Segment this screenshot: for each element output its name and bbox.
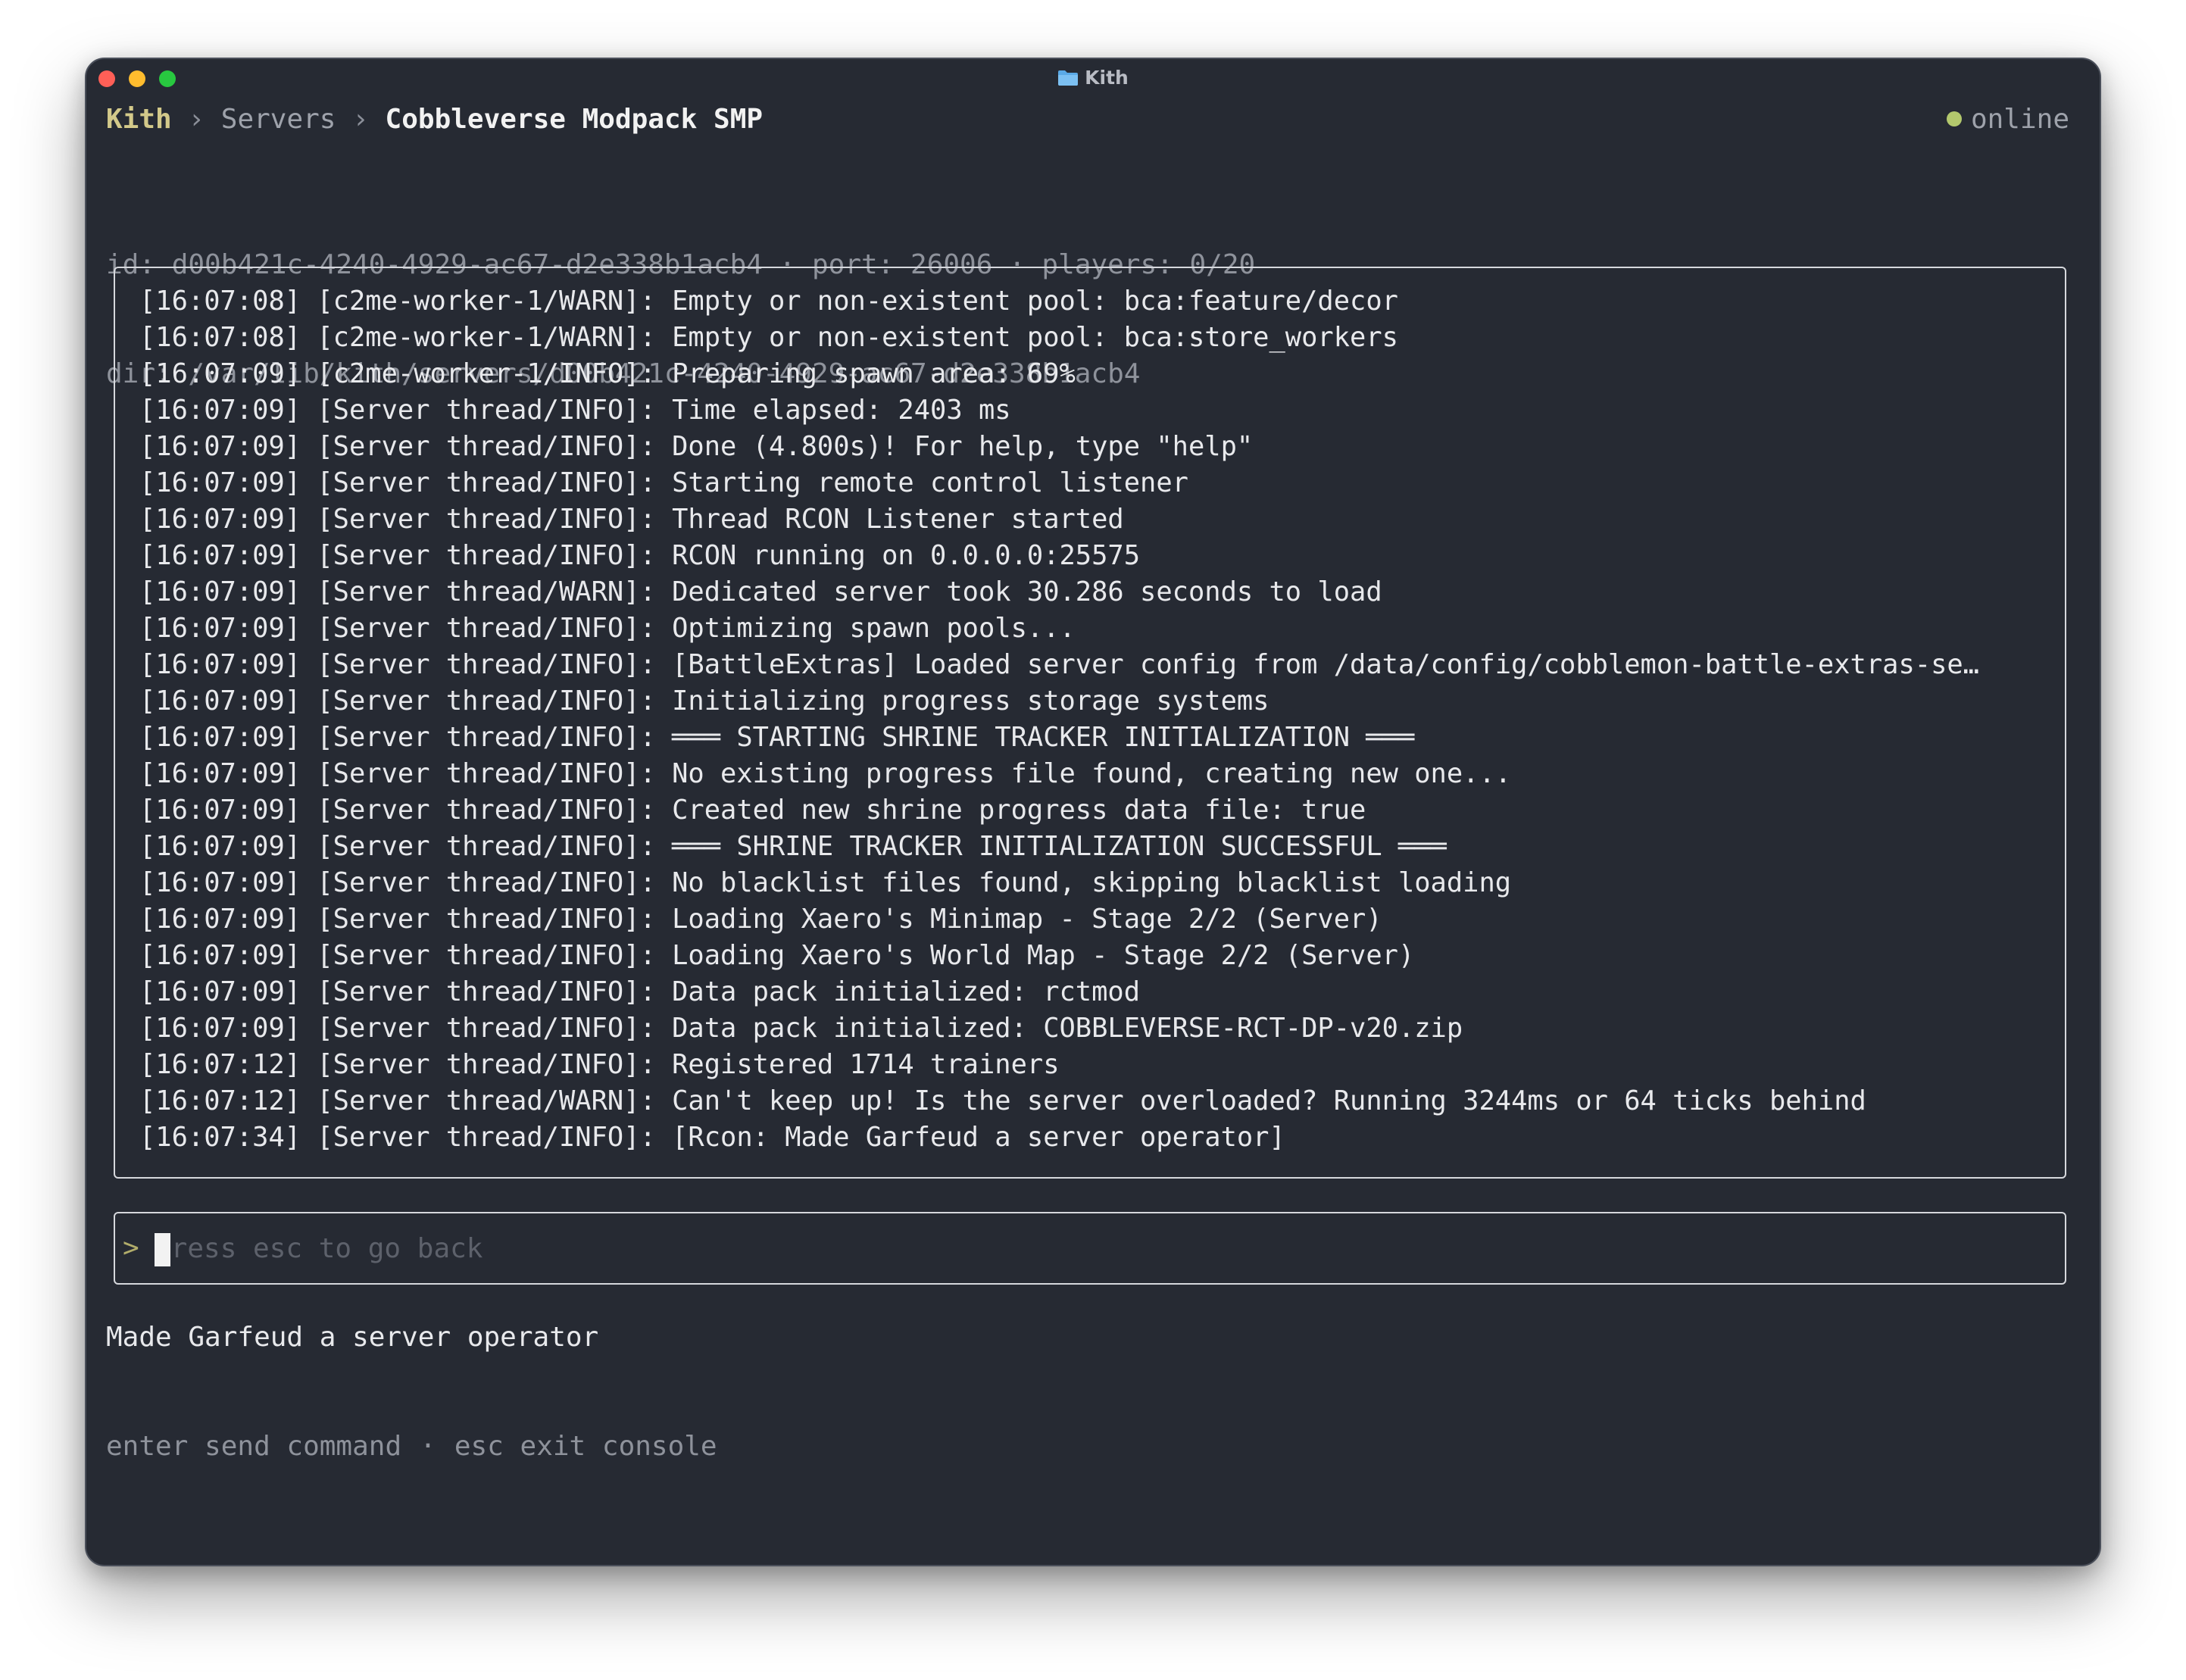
console-log[interactable]: [16:07:08] [c2me-worker-1/WARN]: Empty o…	[114, 267, 2066, 1179]
command-input[interactable]	[155, 1229, 2041, 1268]
log-line: [16:07:09] [Server thread/INFO]: Data pa…	[139, 1013, 1463, 1044]
log-line: [16:07:09] [Server thread/INFO]: Loading…	[139, 904, 1382, 935]
log-line: [16:07:08] [c2me-worker-1/WARN]: Empty o…	[139, 322, 1398, 353]
window-title-group: Kith	[86, 67, 2100, 89]
breadcrumb-separator: ›	[188, 104, 205, 135]
log-line: [16:07:09] [Server thread/INFO]: No exis…	[139, 758, 1512, 789]
log-line: [16:07:09] [Server thread/INFO]: [Battle…	[139, 649, 1979, 680]
log-line: [16:07:09] [Server thread/INFO]: Data pa…	[139, 976, 1141, 1007]
log-line: [16:07:12] [Server thread/WARN]: Can't k…	[139, 1085, 1866, 1116]
log-line: [16:07:09] [Server thread/INFO]: Optimiz…	[139, 613, 1076, 644]
log-line: [16:07:09] [Server thread/INFO]: Created…	[139, 795, 1366, 826]
breadcrumb-servers[interactable]: Servers	[221, 104, 336, 135]
command-response: Made Garfeud a server operator	[106, 1322, 599, 1353]
log-line: [16:07:09] [Server thread/WARN]: Dedicat…	[139, 576, 1382, 607]
status-badge: online	[1970, 104, 2069, 135]
log-line: [16:07:09] [Server thread/INFO]: Initial…	[139, 685, 1269, 717]
status-dot-icon	[1946, 111, 1962, 126]
server-status: online	[1946, 101, 2069, 138]
window-title: Kith	[1085, 67, 1129, 89]
console-log-lines: [16:07:08] [c2me-worker-1/WARN]: Empty o…	[139, 283, 2047, 1156]
log-line: [16:07:09] [Server thread/INFO]: Done (4…	[139, 431, 1254, 462]
log-line: [16:07:34] [Server thread/INFO]: [Rcon: …	[139, 1122, 1285, 1153]
log-line: [16:07:09] [Server thread/INFO]: ═══ SHR…	[139, 831, 1447, 862]
hint-separator: ·	[420, 1431, 436, 1462]
log-line: [16:07:09] [Server thread/INFO]: Thread …	[139, 504, 1124, 535]
breadcrumb-separator: ›	[352, 104, 369, 135]
log-line: [16:07:09] [Server thread/INFO]: Time el…	[139, 395, 1011, 426]
breadcrumb-root[interactable]: Kith	[106, 104, 172, 135]
text-cursor	[155, 1233, 170, 1266]
log-line: [16:07:09] [Server thread/INFO]: Startin…	[139, 467, 1188, 498]
terminal-window: Kith Kith › Servers › Cobbleverse Modpac…	[85, 58, 2101, 1566]
log-line: [16:07:09] [Server thread/INFO]: ═══ STA…	[139, 722, 1415, 753]
command-input-box[interactable]: >	[114, 1212, 2066, 1285]
folder-icon	[1058, 70, 1079, 86]
log-line: [16:07:09] [Server thread/INFO]: Loading…	[139, 940, 1415, 971]
log-line: [16:07:12] [Server thread/INFO]: Registe…	[139, 1049, 1060, 1080]
log-line: [16:07:09] [Server thread/INFO]: RCON ru…	[139, 540, 1141, 571]
log-line: [16:07:08] [c2me-worker-1/WARN]: Empty o…	[139, 286, 1398, 317]
prompt-glyph: >	[123, 1232, 139, 1263]
keyboard-hints: enter send command · esc exit console	[106, 1429, 717, 1465]
log-line: [16:07:09] [c2me-worker-1/INFO]: Prepari…	[139, 358, 1076, 389]
hint-enter: enter send command	[106, 1431, 402, 1462]
title-bar[interactable]: Kith	[86, 59, 2100, 98]
page-title: Cobbleverse Modpack SMP	[385, 104, 764, 135]
hint-esc: esc exit console	[454, 1431, 717, 1462]
breadcrumb: Kith › Servers › Cobbleverse Modpack SMP	[106, 101, 763, 138]
log-line: [16:07:09] [Server thread/INFO]: No blac…	[139, 867, 1512, 898]
